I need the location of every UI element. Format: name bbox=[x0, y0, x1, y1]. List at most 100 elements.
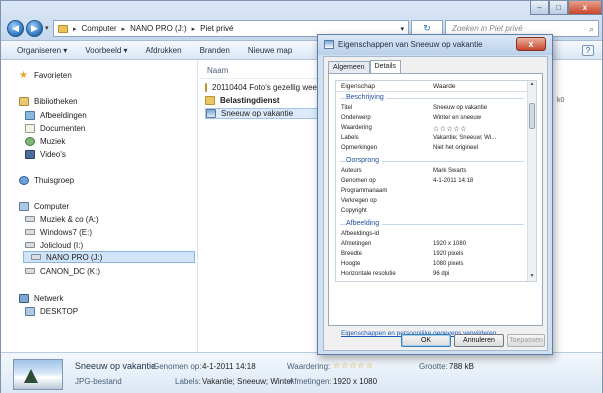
chevron-down-icon[interactable]: ▾ bbox=[400, 25, 404, 33]
property-value[interactable]: 96 dpi bbox=[433, 271, 449, 277]
property-row[interactable]: Opmerkingen Niet het origineel bbox=[336, 144, 528, 154]
property-row[interactable]: Programmanaam bbox=[336, 187, 528, 197]
list-item[interactable]: Belastingdienst bbox=[205, 95, 319, 106]
taken-value[interactable]: 4-1-2011 14:18 bbox=[202, 362, 256, 371]
search-icon: ⌕ bbox=[588, 24, 594, 34]
maximize-button[interactable]: □ bbox=[549, 1, 568, 15]
sidebar-item-label: Bibliotheken bbox=[34, 96, 78, 106]
property-row[interactable]: Verkregen op bbox=[336, 197, 528, 207]
sidebar-item-desktop[interactable]: DESKTOP bbox=[25, 305, 78, 317]
property-value[interactable]: Niet het origineel bbox=[433, 145, 478, 151]
property-row[interactable]: Horizontale resolutie 96 dpi bbox=[336, 270, 528, 280]
sidebar-item-label: Windows7 (E:) bbox=[40, 227, 93, 237]
property-row[interactable]: Hoogte 1080 pixels bbox=[336, 260, 528, 270]
sidebar-item-drive-k[interactable]: CANON_DC (K:) bbox=[25, 265, 100, 277]
sidebar-item-videos[interactable]: Video's bbox=[25, 148, 66, 160]
sidebar-item-computer[interactable]: Computer bbox=[19, 200, 69, 212]
column-header-property[interactable]: Eigenschap bbox=[341, 83, 375, 90]
property-row[interactable]: Labels Vakantie; Sneeuw; Wi... bbox=[336, 134, 528, 144]
property-row[interactable]: Waardering ☆☆☆☆☆ bbox=[336, 124, 528, 134]
burn-button[interactable]: Branden bbox=[200, 46, 230, 55]
sidebar-item-drive-j[interactable]: NANO PRO (J:) bbox=[23, 251, 195, 263]
music-icon bbox=[25, 136, 35, 146]
library-icon bbox=[19, 96, 29, 106]
breadcrumb-computer[interactable]: Computer bbox=[82, 24, 117, 33]
rating-stars[interactable]: ☆☆☆☆☆ bbox=[433, 125, 467, 133]
network-icon bbox=[19, 293, 29, 303]
property-row[interactable]: Afbeeldings-id bbox=[336, 230, 528, 240]
column-header-value[interactable]: Waarde bbox=[433, 83, 456, 90]
sidebar-item-libraries[interactable]: Bibliotheken bbox=[19, 95, 78, 107]
minimize-button[interactable]: – bbox=[530, 1, 549, 15]
sidebar-item-label: Computer bbox=[34, 201, 70, 211]
property-value[interactable]: 1920 pixels bbox=[433, 251, 463, 257]
dialog-titlebar[interactable]: Eigenschappen van Sneeuw op vakantie x bbox=[318, 35, 552, 55]
drive-icon bbox=[25, 229, 35, 235]
breadcrumb-folder[interactable]: Piet privé bbox=[200, 24, 233, 33]
property-value[interactable]: 1080 pixels bbox=[433, 261, 463, 267]
property-value[interactable]: Winter en sneeuw bbox=[433, 115, 481, 121]
property-value[interactable]: Sneeuw op vakantie bbox=[433, 105, 487, 111]
list-item[interactable]: 20110404 Foto's gezellig week bbox=[205, 82, 319, 93]
sidebar-item-homegroup[interactable]: Thuisgroep bbox=[19, 174, 74, 186]
recent-pages-dropdown[interactable]: ▾ bbox=[45, 24, 49, 32]
sidebar-item-music[interactable]: Muziek bbox=[25, 135, 65, 147]
forward-button[interactable]: ▶ bbox=[26, 20, 43, 37]
chevron-right-icon[interactable]: ▸ bbox=[122, 25, 126, 33]
sidebar-item-drive-i[interactable]: Jolicloud (I:) bbox=[25, 239, 83, 251]
dialog-close-button[interactable]: x bbox=[516, 37, 546, 51]
property-key: Labels bbox=[341, 135, 359, 141]
sidebar-item-label: CANON_DC (K:) bbox=[40, 266, 101, 276]
preview-button[interactable]: Voorbeeld ▾ bbox=[85, 46, 127, 55]
property-value[interactable]: Vakantie; Sneeuw; Wi... bbox=[433, 135, 496, 141]
scrollbar-thumb[interactable] bbox=[529, 103, 535, 129]
ok-button[interactable]: OK bbox=[401, 334, 451, 347]
tab-bar: Algemeen Details bbox=[328, 60, 401, 73]
breadcrumb-drive[interactable]: NANO PRO (J:) bbox=[130, 24, 186, 33]
folder-icon bbox=[205, 83, 207, 92]
property-row[interactable]: Breedte 1920 pixels bbox=[336, 250, 528, 260]
homegroup-icon bbox=[19, 175, 29, 185]
sidebar-item-pictures[interactable]: Afbeeldingen bbox=[25, 109, 87, 121]
properties-grid[interactable]: Eigenschap Waarde Beschrijving Titel Snee… bbox=[335, 80, 537, 282]
property-row[interactable]: Auteurs Mark Swarts bbox=[336, 167, 528, 177]
property-key: Auteurs bbox=[341, 168, 362, 174]
back-button[interactable]: ◀ bbox=[7, 20, 24, 37]
vertical-scrollbar[interactable]: ▲ ▼ bbox=[527, 81, 536, 281]
tab-general[interactable]: Algemeen bbox=[328, 61, 370, 73]
chevron-right-icon[interactable]: ▸ bbox=[192, 25, 196, 33]
property-row[interactable]: Copyright bbox=[336, 207, 528, 217]
file-list: Naam 20110404 Foto's gezellig week Belas… bbox=[199, 60, 319, 352]
property-value[interactable]: Mark Swarts bbox=[433, 168, 466, 174]
labels-value[interactable]: Vakantie; Sneeuw; Winter bbox=[202, 377, 293, 386]
print-button[interactable]: Afdrukken bbox=[146, 46, 182, 55]
property-key: Genomen op bbox=[341, 178, 376, 184]
sidebar-item-drive-e[interactable]: Windows7 (E:) bbox=[25, 226, 92, 238]
property-key: Copyright bbox=[341, 208, 367, 214]
chevron-right-icon[interactable]: ▸ bbox=[73, 25, 77, 33]
grid-header: Eigenschap Waarde bbox=[336, 81, 528, 92]
property-row[interactable]: Afmetingen 1920 x 1080 bbox=[336, 240, 528, 250]
cancel-button[interactable]: Annuleren bbox=[454, 334, 504, 347]
property-value[interactable]: 1920 x 1080 bbox=[433, 241, 466, 247]
sidebar-item-drive-a[interactable]: Muziek & co (A:) bbox=[25, 213, 99, 225]
scroll-down-icon[interactable]: ▼ bbox=[528, 273, 536, 281]
help-icon[interactable]: ? bbox=[582, 45, 594, 56]
list-item[interactable]: Sneeuw op vakantie bbox=[205, 108, 319, 119]
scroll-up-icon[interactable]: ▲ bbox=[528, 81, 536, 89]
property-value[interactable]: 4-1-2011 14:18 bbox=[433, 178, 473, 184]
column-header-name[interactable]: Naam bbox=[207, 66, 228, 75]
property-row[interactable]: Genomen op 4-1-2011 14:18 bbox=[336, 177, 528, 187]
sidebar-item-label: DESKTOP bbox=[40, 306, 79, 316]
new-folder-button[interactable]: Nieuwe map bbox=[248, 46, 292, 55]
sidebar-item-favorites[interactable]: ★ Favorieten bbox=[19, 69, 72, 81]
tab-details[interactable]: Details bbox=[369, 60, 401, 73]
rating-stars[interactable]: ☆☆☆☆☆ bbox=[333, 361, 374, 370]
sidebar-item-documents[interactable]: Documenten bbox=[25, 122, 85, 134]
close-button[interactable]: x bbox=[568, 1, 602, 15]
property-row[interactable]: Titel Sneeuw op vakantie bbox=[336, 104, 528, 114]
organize-button[interactable]: Organiseren ▾ bbox=[17, 46, 67, 55]
sidebar-item-network[interactable]: Netwerk bbox=[19, 292, 63, 304]
property-row[interactable]: Onderwerp Winter en sneeuw bbox=[336, 114, 528, 124]
apply-button[interactable]: Toepassen bbox=[507, 334, 545, 347]
